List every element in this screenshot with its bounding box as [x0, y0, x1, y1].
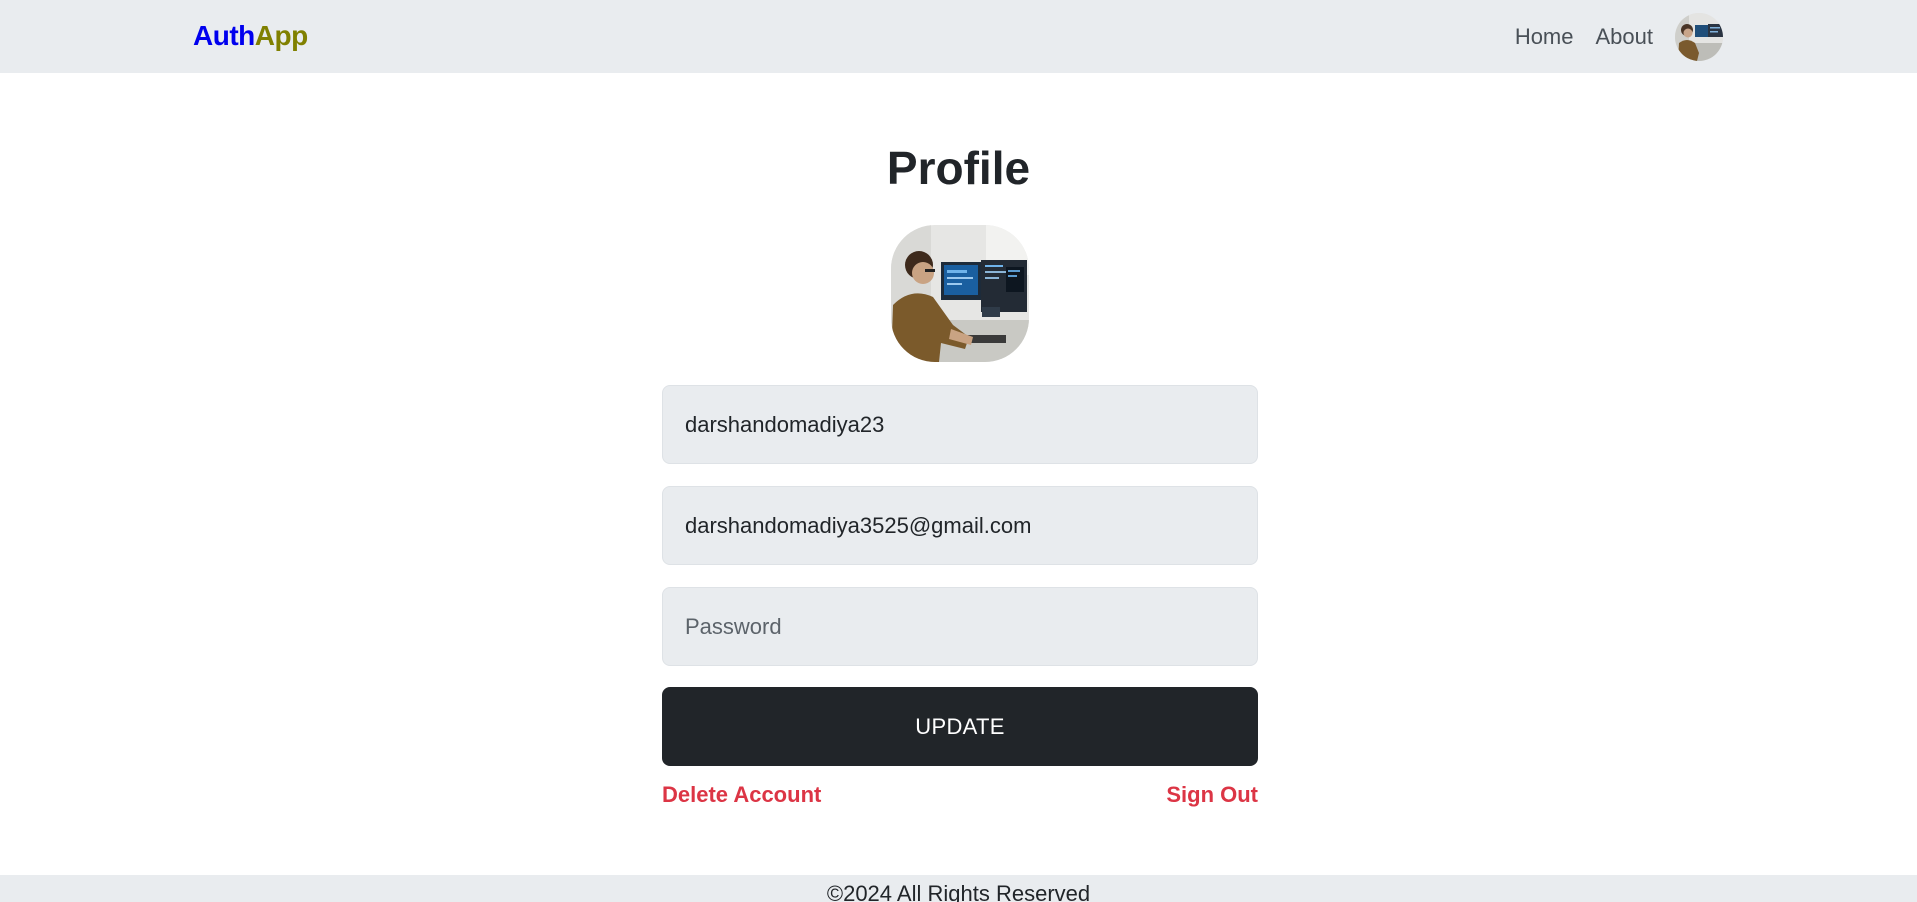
- sign-out-link[interactable]: Sign Out: [1166, 780, 1258, 810]
- profile-photo-icon[interactable]: [891, 225, 1029, 362]
- footer: ©2024 All Rights Reserved: [0, 875, 1917, 902]
- nav-link-about[interactable]: About: [1596, 24, 1654, 50]
- navbar: AuthApp Home About: [0, 0, 1917, 73]
- delete-account-link[interactable]: Delete Account: [662, 780, 821, 810]
- password-field[interactable]: [662, 587, 1258, 666]
- footer-copyright: ©2024 All Rights Reserved: [826, 881, 1091, 902]
- brand-logo[interactable]: AuthApp: [193, 18, 308, 54]
- nav-links: Home About: [1515, 12, 1723, 62]
- update-button[interactable]: UPDATE: [662, 687, 1258, 766]
- nav-link-home[interactable]: Home: [1515, 24, 1574, 50]
- user-avatar-icon[interactable]: [1675, 13, 1723, 61]
- username-field[interactable]: [662, 385, 1258, 464]
- page-title: Profile: [886, 142, 1031, 194]
- brand-text-app: App: [254, 20, 308, 51]
- email-field[interactable]: [662, 486, 1258, 565]
- brand-text-auth: Auth: [193, 20, 255, 51]
